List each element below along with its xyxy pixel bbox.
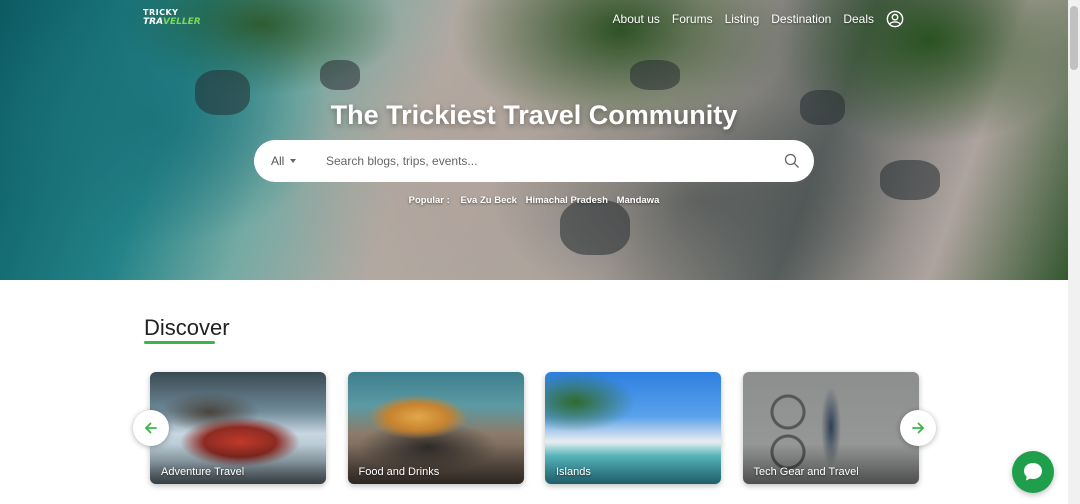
carousel-prev-button[interactable] — [133, 410, 169, 446]
nav-deals[interactable]: Deals — [843, 12, 874, 26]
category-card-adventure-travel[interactable]: Adventure Travel — [150, 372, 326, 484]
popular-label: Popular : — [408, 195, 450, 206]
card-label: Adventure Travel — [161, 466, 245, 478]
section-title-discover: Discover — [144, 315, 230, 340]
scrollbar-thumb[interactable] — [1070, 6, 1078, 70]
card-label: Islands — [556, 466, 591, 478]
hero-banner: TRICKY TRAVELLER About us Forums Listing… — [0, 0, 1068, 280]
card-label: Tech Gear and Travel — [753, 466, 859, 478]
card-label: Food and Drinks — [358, 466, 440, 478]
search-input[interactable] — [326, 154, 766, 168]
arrow-right-icon — [912, 422, 924, 434]
arrow-left-icon — [145, 422, 157, 434]
popular-item[interactable]: Eva Zu Beck — [460, 195, 517, 206]
user-circle-icon[interactable] — [886, 10, 904, 28]
logo-line-2: TRAVELLER — [143, 17, 201, 27]
chat-bubble-icon — [1024, 463, 1042, 481]
chat-widget-button[interactable] — [1012, 451, 1054, 493]
caret-down-icon — [290, 159, 297, 163]
hero-title: The Trickiest Travel Community — [330, 100, 738, 130]
category-card-islands[interactable]: Islands — [545, 372, 721, 484]
category-dropdown[interactable]: All — [271, 154, 326, 168]
main-nav: About us Forums Listing Destination Deal… — [601, 8, 904, 30]
page-scrollbar[interactable] — [1068, 0, 1080, 504]
discover-carousel: Adventure Travel Food and Drinks Islands… — [150, 372, 940, 484]
popular-item[interactable]: Mandawa — [617, 195, 660, 206]
site-logo[interactable]: TRICKY TRAVELLER — [143, 8, 201, 30]
nav-destination[interactable]: Destination — [771, 12, 831, 26]
category-card-food-and-drinks[interactable]: Food and Drinks — [347, 372, 524, 484]
category-card-tech-gear[interactable]: Tech Gear and Travel — [742, 372, 919, 484]
search-bar: All — [254, 140, 814, 182]
logo-line-1: TRICKY — [143, 8, 179, 17]
nav-about-us[interactable]: About us — [613, 12, 660, 26]
category-value: All — [271, 154, 285, 168]
carousel-next-button[interactable] — [900, 410, 936, 446]
nav-listing[interactable]: Listing — [725, 12, 760, 26]
search-icon[interactable] — [784, 153, 800, 169]
nav-forums[interactable]: Forums — [672, 12, 713, 26]
popular-searches: Popular : Eva Zu Beck Himachal Pradesh M… — [0, 195, 1068, 206]
popular-item[interactable]: Himachal Pradesh — [526, 195, 608, 206]
section-title-underline — [144, 341, 215, 344]
